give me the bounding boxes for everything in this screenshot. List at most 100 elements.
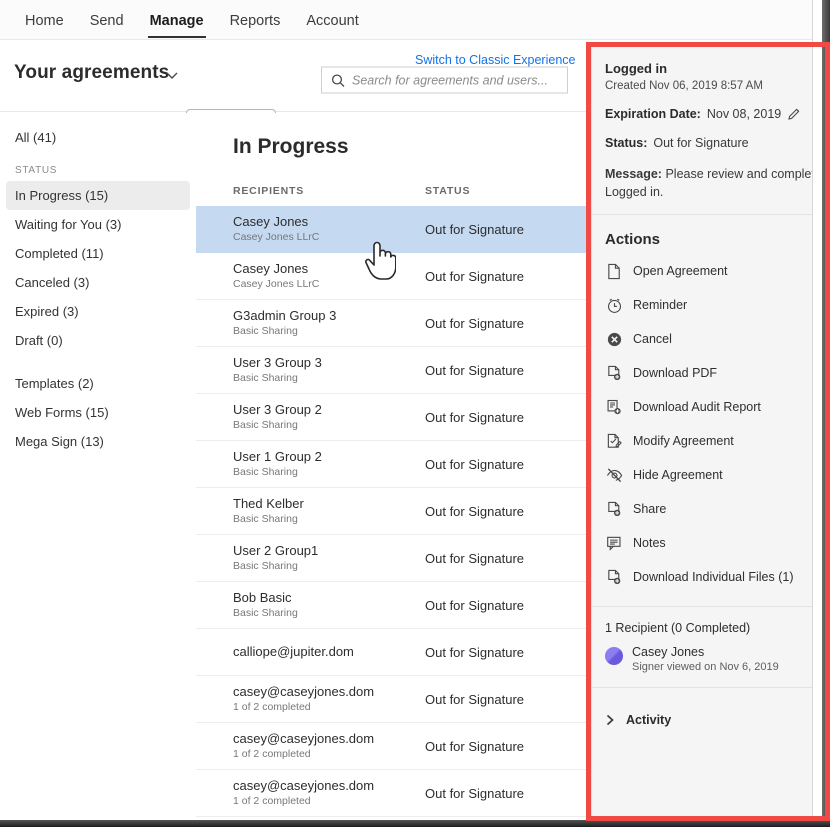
nav-item-home[interactable]: Home [12, 0, 77, 40]
table-row[interactable]: casey@caseyjones.dom1 of 2 completedOut … [196, 770, 590, 817]
app-root: Home Send Manage Reports Account Your ag… [0, 0, 830, 827]
detail-status-row: Status: Out for Signature [605, 136, 817, 150]
table-row[interactable]: Casey JonesCasey Jones LLrCOut for Signa… [196, 253, 590, 300]
detail-status-value: Out for Signature [653, 136, 748, 150]
download-pdf-icon [606, 365, 623, 382]
table-row[interactable]: User 3 Group 3Basic SharingOut for Signa… [196, 347, 590, 394]
action-share[interactable]: Share [592, 492, 817, 526]
recipient-item[interactable]: Casey Jones Signer viewed on Nov 6, 2019 [592, 635, 817, 687]
action-reminder[interactable]: Reminder [592, 288, 817, 322]
detail-summary-section: Logged in Created Nov 06, 2019 8:57 AM E… [592, 47, 817, 215]
switch-to-classic-link[interactable]: Switch to Classic Experience [415, 53, 575, 67]
list-rows: Casey JonesCasey Jones LLrCOut for Signa… [196, 206, 590, 817]
row-status: Out for Signature [425, 410, 524, 425]
row-recipient-name: Casey Jones [233, 261, 425, 277]
sidebar-item-mega-sign[interactable]: Mega Sign (13) [6, 427, 190, 456]
row-recipient-name: casey@caseyjones.dom [233, 731, 425, 747]
actions-title: Actions [592, 215, 817, 254]
sidebar-item-waiting-for-you[interactable]: Waiting for You (3) [6, 210, 190, 239]
table-row[interactable]: Casey JonesCasey Jones LLrCOut for Signa… [196, 206, 590, 253]
sidebar-item-all[interactable]: All (41) [6, 123, 190, 152]
row-recipient-sub: Basic Sharing [233, 465, 425, 479]
row-status: Out for Signature [425, 786, 524, 801]
download-audit-icon [606, 399, 623, 416]
nav-item-manage[interactable]: Manage [137, 0, 217, 40]
row-status: Out for Signature [425, 222, 524, 237]
detail-message-line2: Logged in. [605, 183, 817, 201]
action-label: Reminder [633, 298, 687, 312]
detail-expiration-value: Nov 08, 2019 [707, 107, 781, 121]
row-recipient-name: casey@caseyjones.dom [233, 684, 425, 700]
row-recipient-name: casey@caseyjones.dom [233, 778, 425, 794]
table-row[interactable]: User 1 Group 2Basic SharingOut for Signa… [196, 441, 590, 488]
detail-status-label: Status: [605, 136, 647, 150]
detail-message-label: Message: [605, 167, 662, 181]
agreements-list: In Progress RECIPIENTS STATUS Casey Jone… [196, 113, 590, 827]
row-recipient-sub: Casey Jones LLrC [233, 277, 425, 291]
action-modify-agreement[interactable]: Modify Agreement [592, 424, 817, 458]
row-status: Out for Signature [425, 363, 524, 378]
search-input[interactable] [352, 73, 557, 87]
action-label: Hide Agreement [633, 468, 723, 482]
activity-expander[interactable]: Activity [592, 687, 817, 735]
table-row[interactable]: User 2 Group1Basic SharingOut for Signat… [196, 535, 590, 582]
row-status: Out for Signature [425, 739, 524, 754]
table-row[interactable]: Thed KelberBasic SharingOut for Signatur… [196, 488, 590, 535]
agreement-detail-panel: Logged in Created Nov 06, 2019 8:57 AM E… [591, 47, 817, 816]
search-box[interactable] [321, 67, 568, 94]
share-icon [606, 501, 623, 518]
avatar [605, 647, 623, 665]
edit-pencil-icon[interactable] [787, 107, 801, 121]
table-row[interactable]: casey@caseyjones.dom1 of 2 completedOut … [196, 676, 590, 723]
detail-expiration-row: Expiration Date: Nov 08, 2019 [605, 107, 817, 121]
top-navigation: Home Send Manage Reports Account [0, 0, 812, 40]
sidebar-item-draft[interactable]: Draft (0) [6, 326, 190, 355]
download-files-icon [606, 569, 623, 586]
sidebar-item-expired[interactable]: Expired (3) [6, 297, 190, 326]
chevron-right-icon [605, 714, 615, 726]
window-scrollbar-strip[interactable] [822, 0, 830, 827]
action-hide-agreement[interactable]: Hide Agreement [592, 458, 817, 492]
table-row[interactable]: User 3 Group 2Basic SharingOut for Signa… [196, 394, 590, 441]
row-recipient-name: User 3 Group 3 [233, 355, 425, 371]
row-recipient-name: Thed Kelber [233, 496, 425, 512]
recipients-section: 1 Recipient (0 Completed) Casey Jones Si… [592, 606, 817, 687]
detail-created-date: Created Nov 06, 2019 8:57 AM [605, 80, 817, 92]
row-recipient-sub: 1 of 2 completed [233, 700, 425, 714]
row-recipient-sub: Basic Sharing [233, 418, 425, 432]
row-recipient-name: Casey Jones [233, 214, 425, 230]
nav-item-send[interactable]: Send [77, 0, 137, 40]
recipient-name: Casey Jones [632, 645, 779, 659]
sidebar-item-in-progress[interactable]: In Progress (15) [6, 181, 190, 210]
action-download-pdf[interactable]: Download PDF [592, 356, 817, 390]
action-cancel[interactable]: Cancel [592, 322, 817, 356]
row-recipient-sub: Basic Sharing [233, 512, 425, 526]
detail-message-row: Message: Please review and complet [605, 165, 817, 183]
row-recipient-name: Bob Basic [233, 590, 425, 606]
row-status: Out for Signature [425, 598, 524, 613]
table-row[interactable]: calliope@jupiter.domOut for Signature [196, 629, 590, 676]
nav-item-reports[interactable]: Reports [217, 0, 294, 40]
sidebar-item-completed[interactable]: Completed (11) [6, 239, 190, 268]
action-download-audit-report[interactable]: Download Audit Report [592, 390, 817, 424]
chevron-down-icon[interactable] [165, 68, 179, 82]
actions-list: Open Agreement Reminder CancelDownload PDF… [592, 254, 817, 594]
table-row[interactable]: G3admin Group 3Basic SharingOut for Sign… [196, 300, 590, 347]
table-row[interactable]: Bob BasicBasic SharingOut for Signature [196, 582, 590, 629]
row-status: Out for Signature [425, 551, 524, 566]
action-download-individual-files-1[interactable]: Download Individual Files (1) [592, 560, 817, 594]
sidebar-item-web-forms[interactable]: Web Forms (15) [6, 398, 190, 427]
sidebar-item-canceled[interactable]: Canceled (3) [6, 268, 190, 297]
action-notes[interactable]: Notes [592, 526, 817, 560]
sidebar-item-templates[interactable]: Templates (2) [6, 369, 190, 398]
modify-icon [606, 433, 623, 450]
row-status: Out for Signature [425, 457, 524, 472]
sidebar-section-status-label: STATUS [0, 165, 196, 176]
table-row[interactable]: casey@caseyjones.dom1 of 2 completedOut … [196, 723, 590, 770]
column-header-recipients: RECIPIENTS [233, 185, 425, 197]
page-title: Your agreements [14, 62, 169, 84]
row-recipient-sub: 1 of 2 completed [233, 747, 425, 761]
action-open-agreement[interactable]: Open Agreement [592, 254, 817, 288]
window-bottom-edge [0, 820, 830, 827]
nav-item-account[interactable]: Account [293, 0, 371, 40]
